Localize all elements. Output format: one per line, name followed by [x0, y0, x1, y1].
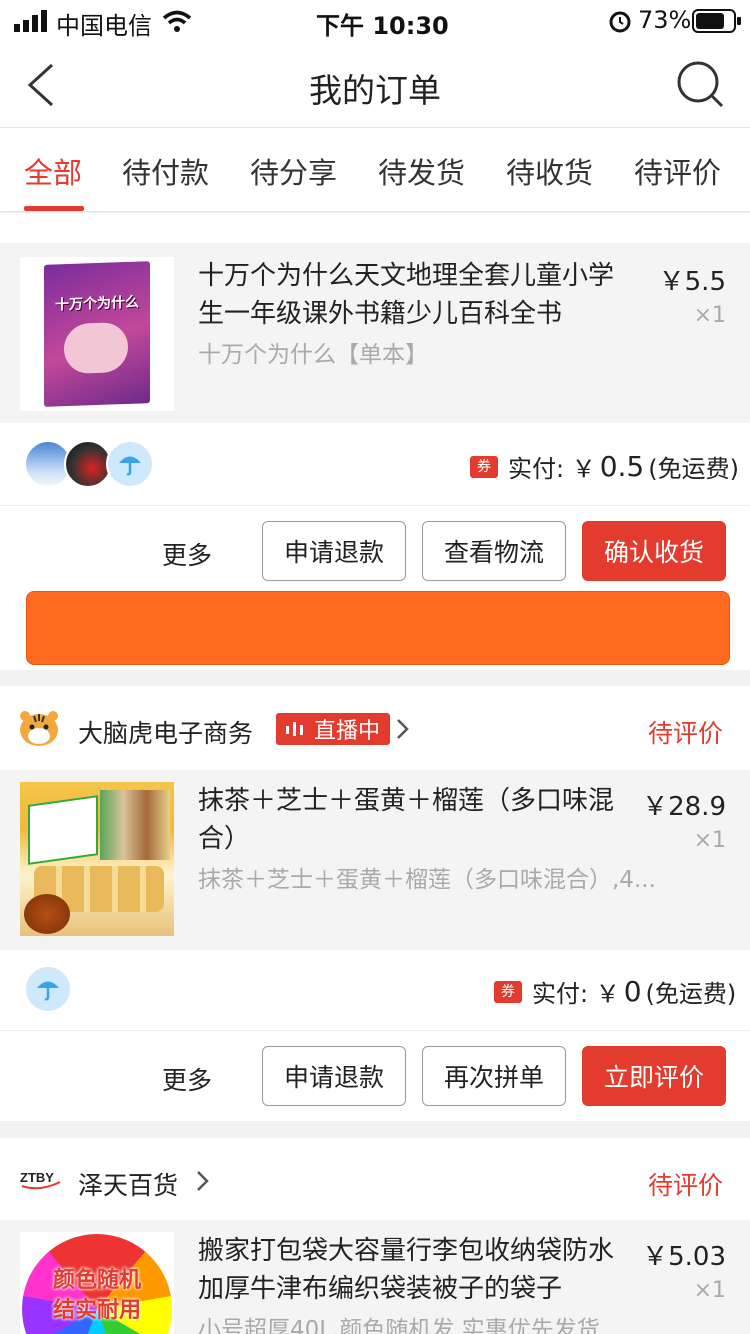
- group-member-avatar: [24, 965, 72, 1013]
- order3-price: ￥5.03: [642, 1242, 726, 1272]
- regroup-button[interactable]: 再次拼单: [422, 1046, 566, 1106]
- paid-label: 实付: ￥: [508, 455, 596, 483]
- order2-header: 大脑虎电子商务 直播中 待评价: [0, 686, 750, 770]
- svg-text:ZTBY: ZTBY: [20, 1170, 54, 1185]
- coupon-icon: 券: [494, 980, 522, 1003]
- paid-label: 实付: ￥: [532, 980, 620, 1008]
- tab-pending-payment[interactable]: 待付款: [122, 150, 209, 192]
- group-member-avatar: [106, 440, 154, 488]
- order1-qty: ×1: [693, 303, 726, 328]
- order1-paid-amount: 券 实付: ￥ 0.5 (免运费): [470, 449, 739, 484]
- order3-shop-name[interactable]: 泽天百货: [78, 1166, 178, 1202]
- book-cover: 十万个为什么: [44, 261, 150, 407]
- chevron-right-icon[interactable]: [396, 718, 410, 740]
- order2-product-title: 抹茶＋芝士＋蛋黄＋榴莲（多口味混合）: [198, 786, 615, 854]
- carrier-label: 中国电信: [56, 12, 152, 40]
- order3-product-row[interactable]: 颜色随机 结实耐用 搬家打包袋大容量行李包收纳袋防水加厚牛津布编织袋装被子的袋子…: [0, 1220, 750, 1334]
- group-member-avatar: [64, 440, 112, 488]
- egg-yolk: [24, 894, 70, 934]
- snack-box: [28, 795, 98, 865]
- order2-product-row[interactable]: 抹茶＋芝士＋蛋黄＋榴莲（多口味混合） 抹茶＋芝士＋蛋黄＋榴莲（多口味混合）,4.…: [0, 770, 750, 950]
- paid-value: 0: [623, 975, 642, 1008]
- nav-bar: 我的订单: [0, 42, 750, 128]
- logistics-button[interactable]: 查看物流: [422, 521, 566, 581]
- order2-status: 待评价: [648, 719, 724, 748]
- order3-product-variant: 小号超厚40L,颜色随机发 实惠优先发货: [198, 1317, 600, 1334]
- order2-paid-amount: 券 实付: ￥ 0 (免运费): [494, 974, 736, 1009]
- shipping-note: (免运费): [648, 455, 739, 483]
- tiger-logo-icon: [20, 711, 58, 746]
- book-cover-title: 十万个为什么: [55, 294, 139, 314]
- order1-actions: 更多 申请退款 查看物流 确认收货: [0, 506, 750, 670]
- more-button[interactable]: 更多: [162, 536, 212, 572]
- order3-status: 待评价: [648, 1171, 724, 1200]
- order1-product-thumb: 十万个为什么: [20, 257, 174, 411]
- order2-product-thumb: [20, 782, 174, 936]
- order3-product-thumb: 颜色随机 结实耐用: [20, 1232, 174, 1334]
- order1-price: ￥5.5: [658, 267, 726, 297]
- shop-logo-icon: ZTBY: [20, 1170, 61, 1190]
- confirm-receipt-button[interactable]: 确认收货: [582, 521, 726, 581]
- alarm-icon: [609, 11, 631, 33]
- order3-header: ZTBY 泽天百货 待评价: [0, 1138, 750, 1220]
- tab-all[interactable]: 全部: [24, 150, 82, 192]
- order3-product-title: 搬家打包袋大容量行李包收纳袋防水加厚牛津布编织袋装被子的袋子: [198, 1236, 615, 1304]
- wifi-icon: [162, 10, 192, 32]
- order3-qty: ×1: [693, 1278, 726, 1303]
- umbrella-icon: [37, 981, 59, 1001]
- coupon-icon: 券: [470, 455, 498, 478]
- more-button[interactable]: 更多: [162, 1061, 212, 1097]
- search-icon[interactable]: [676, 60, 726, 110]
- refund-button[interactable]: 申请退款: [262, 1046, 406, 1106]
- tab-pending-review[interactable]: 待评价: [634, 150, 721, 192]
- tab-pending-shipment[interactable]: 待发货: [378, 150, 465, 192]
- paid-value: 0.5: [599, 450, 645, 483]
- live-badge-label: 直播中: [314, 719, 381, 744]
- battery-icon: [692, 9, 741, 33]
- promo-banner[interactable]: [26, 591, 730, 665]
- order1-product-row[interactable]: 十万个为什么 十万个为什么天文地理全套儿童小学生一年级课外书籍少儿百科全书 十万…: [0, 243, 750, 423]
- status-bar: 中国电信 下午 10:30 73%: [0, 0, 750, 42]
- order2-price: ￥28.9: [642, 792, 726, 822]
- order2-shop-name[interactable]: 大脑虎电子商务: [78, 714, 253, 750]
- order2-qty: ×1: [693, 828, 726, 853]
- order2-product-variant: 抹茶＋芝士＋蛋黄＋榴莲（多口味混合）,4...: [198, 867, 656, 893]
- refund-button[interactable]: 申请退款: [262, 521, 406, 581]
- live-wave-icon: [286, 722, 303, 736]
- active-tab-indicator: [24, 206, 84, 211]
- chevron-right-icon[interactable]: [196, 1170, 210, 1192]
- snack-packages: [100, 790, 170, 860]
- review-button[interactable]: 立即评价: [582, 1046, 726, 1106]
- shipping-note: (免运费): [645, 980, 737, 1008]
- tab-pending-share[interactable]: 待分享: [250, 150, 337, 192]
- order1-product-variant: 十万个为什么【单本】: [198, 342, 428, 368]
- time-label: 下午 10:30: [316, 12, 449, 40]
- thumb-text-line1: 颜色随机: [52, 1268, 141, 1293]
- book-cover-illustration: [64, 321, 128, 375]
- battery-percent: 73%: [638, 6, 692, 34]
- thumb-text-line2: 结实耐用: [52, 1298, 141, 1323]
- umbrella-icon: [119, 456, 141, 476]
- order2-summary: 券 实付: ￥ 0 (免运费): [0, 950, 750, 1030]
- signal-icon: [14, 10, 47, 32]
- order1-summary: 券 实付: ￥ 0.5 (免运费): [0, 423, 750, 505]
- order2-actions: 更多 申请退款 再次拼单 立即评价: [0, 1031, 750, 1121]
- order1-product-title: 十万个为什么天文地理全套儿童小学生一年级课外书籍少儿百科全书: [198, 261, 615, 329]
- order-tabs: 全部 待付款 待分享 待发货 待收货 待评价: [0, 128, 750, 212]
- live-badge[interactable]: 直播中: [276, 713, 391, 745]
- tab-pending-receipt[interactable]: 待收货: [506, 150, 593, 192]
- order1-header-clipped: [0, 213, 750, 243]
- page-title: 我的订单: [309, 71, 441, 110]
